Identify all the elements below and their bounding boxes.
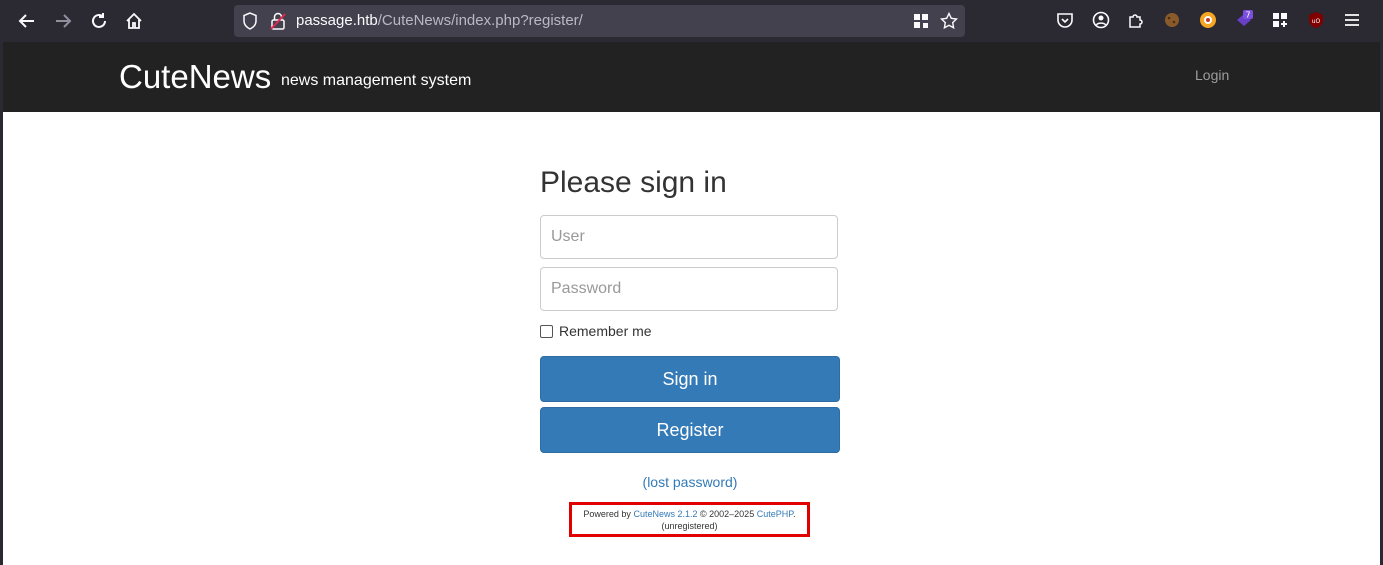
remember-me-label: Remember me: [559, 323, 652, 339]
account-icon[interactable]: [1091, 10, 1111, 30]
powered-by-text: Powered by: [583, 509, 631, 519]
reload-icon: [92, 13, 106, 28]
home-icon: [126, 12, 142, 29]
user-input[interactable]: User: [540, 215, 838, 259]
home-button[interactable]: [122, 9, 146, 33]
forward-button[interactable]: [51, 9, 75, 33]
signin-button[interactable]: Sign in: [540, 356, 840, 402]
lost-password-link[interactable]: (lost password): [540, 474, 840, 490]
register-button[interactable]: Register: [540, 407, 840, 453]
pocket-icon[interactable]: [1055, 10, 1075, 30]
url-path: /CuteNews/index.php?register/: [377, 12, 583, 29]
registration-status: (unregistered): [661, 521, 718, 531]
nav-login-link[interactable]: Login: [1195, 67, 1229, 83]
reload-button[interactable]: [87, 9, 111, 33]
footer-period: .: [793, 509, 796, 519]
shield-icon[interactable]: [240, 11, 260, 31]
remember-me-checkbox[interactable]: [540, 324, 553, 338]
bookmark-star-icon[interactable]: [939, 11, 959, 31]
extension-grid-icon[interactable]: [1270, 10, 1290, 30]
lock-insecure-icon[interactable]: [268, 11, 288, 31]
url-text[interactable]: passage.htb/CuteNews/index.php?register/: [296, 12, 583, 29]
arrow-left-icon: [18, 14, 34, 28]
back-button[interactable]: [15, 9, 39, 33]
password-input[interactable]: Password: [540, 267, 838, 311]
browser-toolbar: passage.htb/CuteNews/index.php?register/…: [0, 0, 1383, 42]
web-page: CuteNews news management system Login Pl…: [3, 42, 1380, 565]
powered-by-footer: Powered by CuteNews 2.1.2 © 2002–2025 Cu…: [569, 502, 810, 537]
cutenews-version-link[interactable]: CuteNews 2.1.2: [633, 509, 697, 519]
extensions-puzzle-icon[interactable]: [1126, 10, 1146, 30]
extension-wappalyzer-icon[interactable]: [1198, 10, 1218, 30]
brand-tagline: news management system: [281, 72, 472, 89]
menu-hamburger-icon[interactable]: [1342, 10, 1362, 30]
brand-logo[interactable]: CuteNews: [119, 58, 271, 96]
remember-me[interactable]: Remember me: [540, 323, 652, 339]
extension-ublock-icon[interactable]: uO: [1306, 10, 1326, 30]
cutephp-link[interactable]: CutePHP: [757, 509, 793, 519]
url-bar[interactable]: passage.htb/CuteNews/index.php?register/: [234, 5, 965, 37]
signin-heading: Please sign in: [540, 166, 727, 199]
extension-foxyproxy-icon[interactable]: 7: [1234, 10, 1254, 30]
extension-cookie-icon[interactable]: [1162, 10, 1182, 30]
copyright-text: © 2002–2025: [700, 509, 755, 519]
extension-badge-count: 7: [1245, 11, 1250, 20]
qr-code-icon[interactable]: [911, 11, 931, 31]
navbar: CuteNews news management system Login: [3, 42, 1380, 112]
arrow-right-icon: [56, 14, 72, 28]
url-host: passage.htb: [296, 12, 378, 29]
svg-text:uO: uO: [1312, 18, 1321, 25]
powered-by-line: Powered by CuteNews 2.1.2 © 2002–2025 Cu…: [572, 508, 807, 520]
